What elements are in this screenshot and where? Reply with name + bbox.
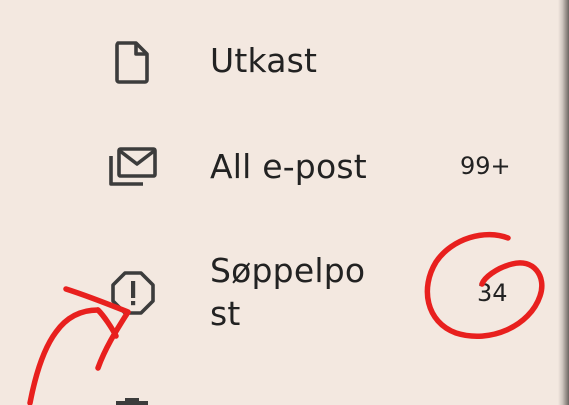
sidebar-item-drafts[interactable]: Utkast	[0, 30, 555, 92]
all-mail-icon	[109, 147, 157, 186]
trash-icon	[116, 398, 148, 405]
sidebar-item-all-mail[interactable]: All e-post 99+	[0, 136, 555, 198]
unread-count-badge: 99+	[460, 152, 511, 180]
drawer-edge-shadow	[558, 0, 569, 405]
sidebar-item-spam[interactable]: Søppelpo st 34	[0, 246, 555, 346]
spam-count-badge: 34	[477, 279, 508, 307]
sidebar-item-trash[interactable]	[0, 390, 555, 405]
sidebar-item-label: All e-post	[210, 147, 367, 186]
mail-sidebar: Utkast All e-post 99+ Søppelpo st 34	[0, 0, 569, 405]
sidebar-item-label-line-2: st	[210, 294, 241, 333]
draft-document-icon	[115, 41, 149, 84]
sidebar-item-label: Utkast	[210, 41, 318, 80]
spam-report-icon	[111, 271, 155, 315]
